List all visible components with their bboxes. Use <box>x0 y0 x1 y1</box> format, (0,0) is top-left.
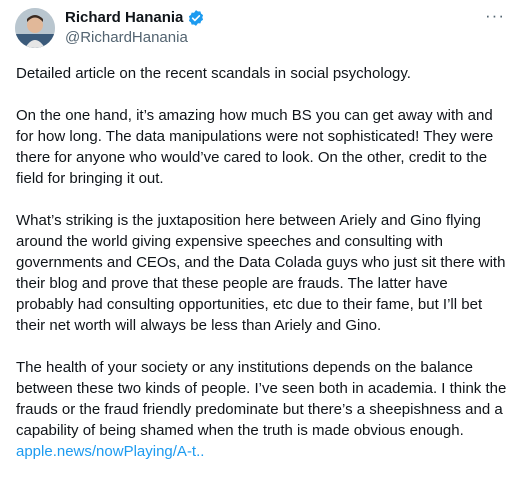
tweet-paragraph-4-text: The health of your society or any instit… <box>16 359 507 439</box>
author-name-row: Richard Hanania <box>65 8 205 28</box>
avatar[interactable] <box>15 8 55 48</box>
tweet: Richard Hanania @RichardHanania ··· Deta… <box>0 0 521 488</box>
author-handle[interactable]: @RichardHanania <box>65 28 188 48</box>
tweet-paragraph-2: On the one hand, it’s amazing how much B… <box>16 107 494 187</box>
tweet-paragraph-1: Detailed article on the recent scandals … <box>16 65 411 82</box>
author-name[interactable]: Richard Hanania <box>65 8 183 28</box>
tweet-paragraph-3: What’s striking is the juxtaposition her… <box>16 212 506 334</box>
tweet-paragraph-4: The health of your society or any instit… <box>16 357 509 462</box>
more-options-icon[interactable]: ··· <box>485 6 505 26</box>
article-link[interactable]: apple.news/nowPlaying/A-t.. <box>16 443 204 460</box>
verified-badge-icon <box>187 9 205 27</box>
tweet-body: Detailed article on the recent scandals … <box>16 63 509 462</box>
